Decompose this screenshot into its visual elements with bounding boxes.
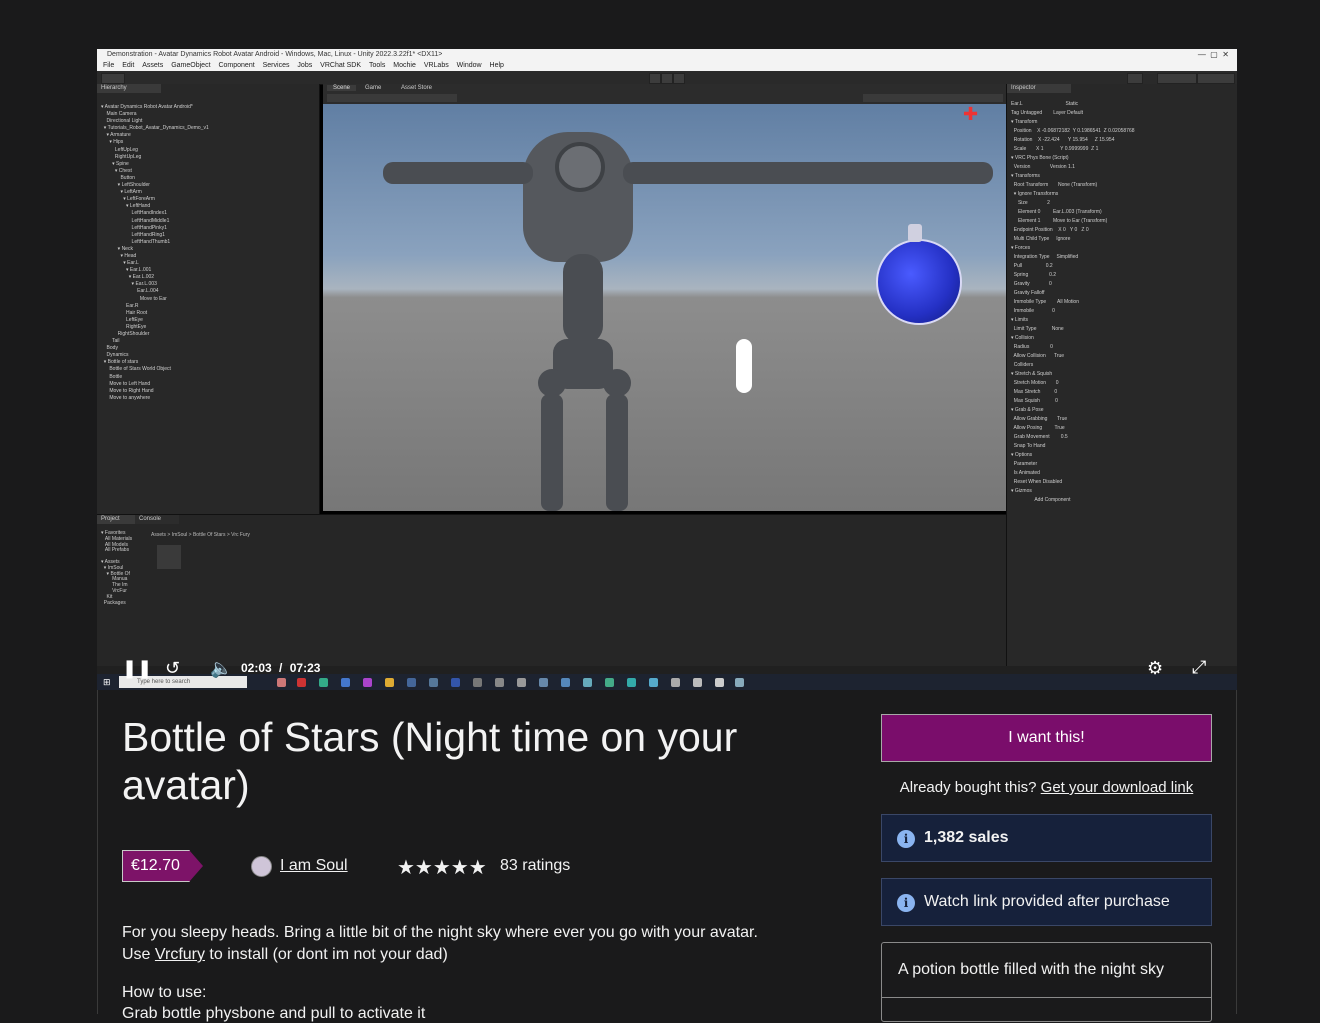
product-summary-box: A potion bottle filled with the night sk…	[881, 942, 1212, 1022]
i-want-this-button[interactable]: I want this!	[881, 714, 1212, 762]
menu-jobs: Jobs	[297, 62, 313, 69]
inspector-content: Ear.L Static Tag Untagged Layer Default …	[1011, 101, 1135, 503]
how-to-heading: How to use:	[122, 984, 207, 1001]
video-player[interactable]: Demonstration - Avatar Dynamics Robot Av…	[97, 49, 1237, 690]
time-current: 02:03	[241, 661, 272, 675]
how-to-line: Grab bottle physbone and pull to activat…	[122, 1005, 426, 1022]
project-breadcrumb: Assets > ImSoul > Bottle Of Stars > Vrc …	[151, 532, 250, 538]
already-bought-label: Already bought this?	[899, 779, 1041, 796]
pause-icon	[661, 73, 673, 84]
scene-toolbar	[327, 94, 457, 102]
video-time: 02:03 / 07:23	[241, 661, 320, 675]
download-link[interactable]: Get your download link	[1041, 779, 1194, 796]
unity-window-title: Demonstration - Avatar Dynamics Robot Av…	[107, 51, 443, 58]
layout-dropdown	[1197, 73, 1235, 84]
volume-button[interactable]: 🔈	[210, 658, 232, 678]
scene-gizmo-toolbar	[863, 94, 1003, 102]
menu-vrlabs: VRLabs	[423, 62, 449, 69]
asset-store-tab: Asset Store	[401, 85, 433, 91]
pause-button[interactable]: ❚❚	[122, 658, 152, 678]
price-badge: €12.70	[122, 850, 203, 882]
menu-window: Window	[456, 62, 482, 69]
video-controls: ❚❚ ↺ 🔈 02:03 / 07:23 ⚙ ⤢	[97, 655, 1237, 690]
asset-thumbnail	[157, 545, 181, 569]
robot-right-knee	[603, 369, 631, 397]
rewind-10-button[interactable]: ↺	[165, 658, 180, 678]
robot-right-leg	[606, 394, 628, 511]
hierarchy-tree: ▾ Avatar Dynamics Robot Avatar Android* …	[101, 104, 209, 401]
history-icon	[1127, 73, 1143, 84]
menu-assets: Assets	[142, 62, 164, 69]
scene-tab: Scene	[327, 85, 357, 91]
already-bought-text: Already bought this? Get your download l…	[881, 779, 1212, 796]
layers-dropdown	[1157, 73, 1197, 84]
step-icon	[673, 73, 685, 84]
menu-component: Component	[218, 62, 255, 69]
console-tab: Console	[135, 515, 179, 524]
robot-torso	[563, 254, 603, 344]
menu-edit: Edit	[122, 62, 135, 69]
menu-gameobject: GameObject	[171, 62, 211, 69]
ratings-count: 83 ratings	[500, 857, 571, 874]
scene-orientation-gizmo: ✚	[963, 104, 979, 124]
summary-text: A potion bottle filled with the night sk…	[898, 961, 1164, 978]
robot-left-leg	[541, 394, 563, 511]
summary-divider	[882, 997, 1211, 998]
hierarchy-panel: Hierarchy ▾ Avatar Dynamics Robot Avatar…	[97, 84, 320, 514]
menu-help: Help	[489, 62, 504, 69]
sales-count: 1,382 sales	[924, 829, 1009, 846]
pill-object	[736, 339, 752, 393]
time-separator: /	[279, 661, 283, 675]
game-tab: Game	[365, 85, 382, 91]
description-text: to install (or dont im not your dad)	[204, 946, 448, 963]
project-folder-tree: ▾ Favorites All Materials All Models All…	[101, 530, 133, 606]
play-icon	[649, 73, 661, 84]
sales-info-box: i 1,382 sales	[881, 814, 1212, 862]
seller-link[interactable]: I am Soul	[280, 857, 348, 875]
time-total: 07:23	[289, 661, 321, 675]
inspector-tab: Inspector	[1007, 84, 1071, 93]
robot-left-arm	[383, 162, 533, 184]
price-tag-point	[189, 850, 203, 882]
unity-toolbar	[97, 71, 1237, 85]
description-line-2: Use Vrcfury to install (or dont im not y…	[122, 946, 448, 964]
potion-bottle	[876, 239, 962, 325]
robot-eye	[555, 142, 605, 192]
description-text: Use	[122, 946, 155, 963]
window-controls-icon: — ▢ ✕	[1197, 50, 1229, 59]
menu-file: File	[103, 62, 115, 69]
watch-link-text: Watch link provided after purchase	[924, 893, 1170, 910]
unity-title-bar: Demonstration - Avatar Dynamics Robot Av…	[97, 49, 1237, 61]
menu-tools: Tools	[368, 62, 386, 69]
menu-mochie: Mochie	[393, 62, 416, 69]
description-line-1: For you sleepy heads. Bring a little bit…	[122, 924, 758, 941]
project-panel: Project Console ▾ Favorites All Material…	[97, 514, 1006, 667]
scene-view: Scene Game Asset Store ✚	[323, 84, 1006, 511]
inspector-panel: Inspector Ear.L Static Tag Untagged Laye…	[1006, 84, 1237, 666]
scene-tab-bar: Scene Game Asset Store	[323, 84, 1006, 104]
menu-services: Services	[262, 62, 290, 69]
potion-cork	[908, 224, 922, 242]
fullscreen-button[interactable]: ⤢	[1192, 657, 1206, 677]
info-icon: i	[897, 894, 915, 912]
settings-gear-icon[interactable]: ⚙	[1147, 658, 1163, 678]
robot-right-arm	[623, 162, 993, 184]
price-value: €12.70	[122, 850, 190, 882]
watch-link-info-box: i Watch link provided after purchase	[881, 878, 1212, 926]
star-rating-icon: ★★★★★	[397, 857, 487, 879]
hierarchy-tab: Hierarchy	[97, 84, 161, 93]
seller-avatar[interactable]	[251, 856, 272, 877]
info-icon: i	[897, 830, 915, 848]
vrcfury-link[interactable]: Vrcfury	[155, 946, 205, 963]
robot-left-knee	[538, 369, 566, 397]
menu-vrchat-sdk: VRChat SDK	[320, 62, 362, 69]
product-title: Bottle of Stars (Night time on your avat…	[122, 714, 738, 808]
account-dropdown	[101, 73, 125, 84]
unity-menu-bar: File Edit Assets GameObject Component Se…	[97, 61, 1237, 71]
